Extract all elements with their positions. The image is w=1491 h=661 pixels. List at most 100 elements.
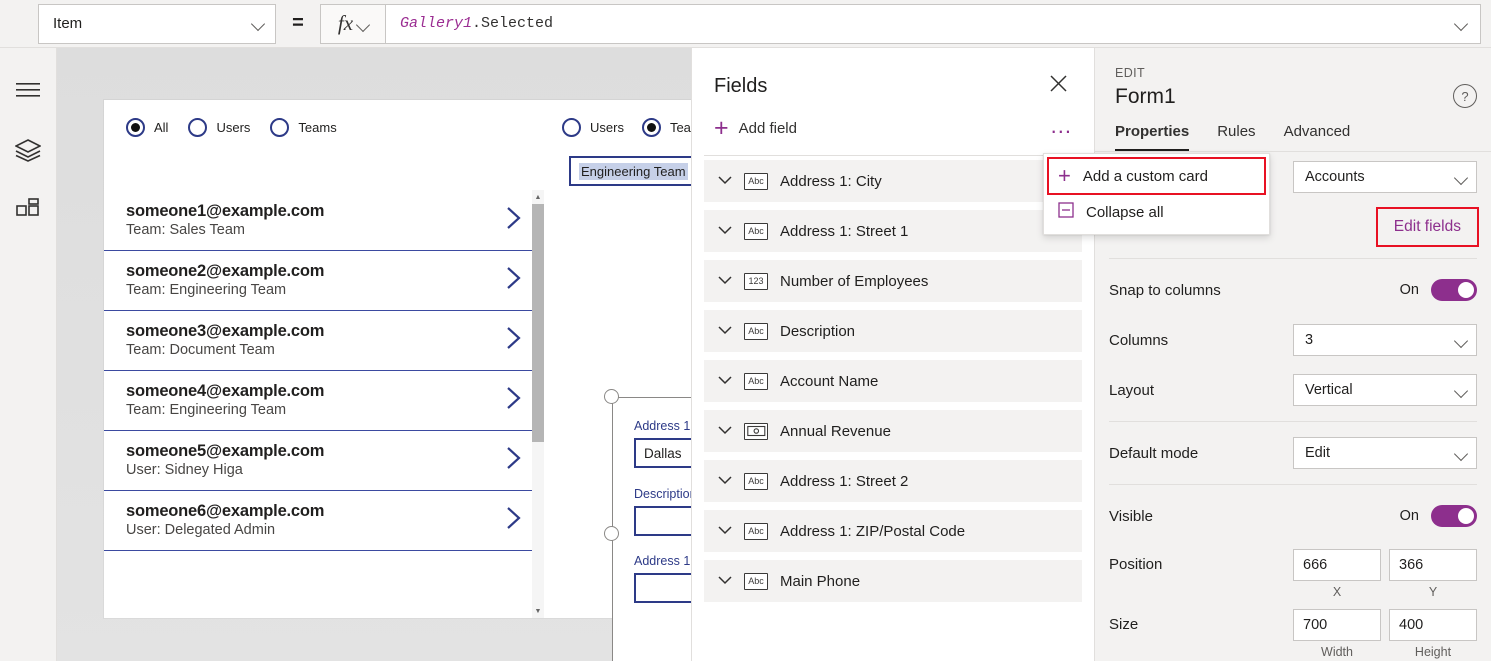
row-columns: Columns 3 bbox=[1109, 315, 1477, 365]
chevron-down-icon[interactable] bbox=[718, 222, 732, 240]
radio-all[interactable]: All bbox=[126, 118, 168, 137]
size-height-cell: 400 Height bbox=[1389, 609, 1477, 659]
tab-properties[interactable]: Properties bbox=[1115, 123, 1189, 151]
field-row[interactable]: Annual Revenue bbox=[704, 410, 1082, 452]
hamburger-menu-icon[interactable] bbox=[6, 68, 50, 112]
gallery-item[interactable]: someone6@example.com User: Delegated Adm… bbox=[104, 490, 540, 550]
chevron-down-icon[interactable] bbox=[718, 472, 732, 490]
menu-item-add-custom-card[interactable]: + Add a custom card bbox=[1048, 158, 1265, 194]
scroll-down-icon[interactable]: ▼ bbox=[532, 604, 544, 618]
field-row[interactable]: Abc Address 1: Street 1 bbox=[704, 210, 1082, 252]
gallery-scrollbar[interactable]: ▲ ▼ bbox=[532, 190, 544, 618]
properties-section-label: EDIT bbox=[1115, 66, 1471, 80]
close-icon[interactable] bbox=[1045, 70, 1072, 102]
formula-input[interactable]: Gallery1.Selected bbox=[386, 4, 1481, 44]
field-row[interactable]: Abc Description bbox=[704, 310, 1082, 352]
field-row[interactable]: Abc Main Phone bbox=[704, 560, 1082, 602]
properties-panel: EDIT Form1 ? Properties Rules Advanced A… bbox=[1095, 48, 1491, 661]
control-name: Form1 bbox=[1115, 85, 1471, 109]
chevron-down-icon[interactable] bbox=[718, 372, 732, 390]
formula-expand-icon[interactable] bbox=[1455, 17, 1468, 30]
chevron-right-icon[interactable] bbox=[504, 205, 524, 236]
chevron-down-icon[interactable] bbox=[718, 422, 732, 440]
position-x-input[interactable]: 666 bbox=[1293, 549, 1381, 581]
radio-label: Teams bbox=[670, 120, 691, 135]
gallery-scrollbar-thumb[interactable] bbox=[532, 204, 544, 442]
help-icon[interactable]: ? bbox=[1453, 84, 1477, 108]
detail-radio-users[interactable]: Users bbox=[562, 118, 624, 137]
gallery-item[interactable]: someone1@example.com Team: Sales Team bbox=[104, 190, 540, 250]
gallery-item[interactable]: someone5@example.com User: Sidney Higa bbox=[104, 430, 540, 490]
row-size: Size 700 Width 400 Height bbox=[1109, 601, 1477, 661]
tab-advanced[interactable]: Advanced bbox=[1284, 123, 1351, 151]
form-field-input[interactable] bbox=[634, 573, 691, 603]
chevron-down-icon[interactable] bbox=[718, 522, 732, 540]
property-selector-label: Item bbox=[53, 15, 252, 32]
radio-label: Teams bbox=[298, 120, 336, 135]
more-options-icon[interactable]: ... bbox=[1051, 120, 1072, 138]
team-value: Engineering Team bbox=[579, 163, 688, 180]
gallery-control[interactable]: someone1@example.com Team: Sales Team so… bbox=[104, 190, 540, 618]
tab-rules[interactable]: Rules bbox=[1217, 123, 1255, 151]
chevron-down-icon[interactable] bbox=[718, 322, 732, 340]
visible-toggle[interactable] bbox=[1431, 505, 1477, 527]
chevron-right-icon[interactable] bbox=[504, 445, 524, 476]
row-layout: Layout Vertical bbox=[1109, 365, 1477, 415]
field-row[interactable]: Abc Account Name bbox=[704, 360, 1082, 402]
size-height-input[interactable]: 400 bbox=[1389, 609, 1477, 641]
fields-panel-header: Fields bbox=[692, 48, 1094, 102]
position-y-input[interactable]: 366 bbox=[1389, 549, 1477, 581]
add-field-button[interactable]: + Add field bbox=[714, 116, 1051, 141]
gallery-item[interactable]: someone4@example.com Team: Engineering T… bbox=[104, 370, 540, 430]
properties-panel-header: EDIT Form1 ? bbox=[1095, 48, 1491, 109]
scroll-up-icon[interactable]: ▲ bbox=[532, 190, 544, 204]
snap-to-columns-toggle-wrap: On bbox=[1400, 279, 1477, 301]
chevron-down-icon[interactable] bbox=[718, 572, 732, 590]
field-row[interactable]: Abc Address 1: Street 2 bbox=[704, 460, 1082, 502]
chevron-right-icon[interactable] bbox=[504, 265, 524, 296]
edit-fields-link[interactable]: Edit fields bbox=[1394, 218, 1461, 235]
data-source-select[interactable]: Accounts bbox=[1293, 161, 1477, 193]
field-row[interactable]: Abc Address 1: ZIP/Postal Code bbox=[704, 510, 1082, 552]
field-row-label: Account Name bbox=[780, 373, 878, 390]
field-row[interactable]: Abc Address 1: City bbox=[704, 160, 1082, 202]
menu-item-collapse-all[interactable]: Collapse all bbox=[1044, 194, 1269, 230]
field-row-label: Main Phone bbox=[780, 573, 860, 590]
size-width-input[interactable]: 700 bbox=[1293, 609, 1381, 641]
resize-handle-top-left[interactable] bbox=[604, 389, 619, 404]
gallery-item[interactable]: someone2@example.com Team: Engineering T… bbox=[104, 250, 540, 310]
layout-label: Layout bbox=[1109, 382, 1293, 399]
snap-to-columns-toggle[interactable] bbox=[1431, 279, 1477, 301]
radio-users[interactable]: Users bbox=[188, 118, 250, 137]
form-field-input[interactable] bbox=[634, 506, 691, 536]
detail-radio-teams[interactable]: Teams bbox=[642, 118, 691, 137]
radio-icon bbox=[270, 118, 289, 137]
chevron-right-icon[interactable] bbox=[504, 505, 524, 536]
default-mode-select[interactable]: Edit bbox=[1293, 437, 1477, 469]
gallery-bottom-divider bbox=[104, 550, 540, 551]
gallery-item-subtitle: User: Sidney Higa bbox=[126, 461, 504, 480]
fields-panel-actions: + Add field ... bbox=[692, 102, 1094, 141]
radio-icon bbox=[642, 118, 661, 137]
layout-select[interactable]: Vertical bbox=[1293, 374, 1477, 406]
property-selector[interactable]: Item bbox=[38, 4, 276, 44]
chevron-right-icon[interactable] bbox=[504, 325, 524, 356]
team-value-box[interactable]: Engineering Team bbox=[569, 156, 691, 186]
insert-icon[interactable] bbox=[6, 188, 50, 232]
columns-select[interactable]: 3 bbox=[1293, 324, 1477, 356]
default-mode-label: Default mode bbox=[1109, 445, 1293, 462]
tree-view-icon[interactable] bbox=[6, 128, 50, 172]
chevron-down-icon[interactable] bbox=[718, 272, 732, 290]
chevron-down-icon bbox=[1455, 447, 1468, 460]
form-control[interactable]: Address 1: City Dallas Description Addre… bbox=[612, 397, 691, 661]
resize-handle-middle-left[interactable] bbox=[604, 526, 619, 541]
formula-rest: .Selected bbox=[472, 15, 553, 32]
field-row[interactable]: 123 Number of Employees bbox=[704, 260, 1082, 302]
radio-teams[interactable]: Teams bbox=[270, 118, 336, 137]
chevron-down-icon[interactable] bbox=[718, 172, 732, 190]
gallery-item[interactable]: someone3@example.com Team: Document Team bbox=[104, 310, 540, 370]
chevron-down-icon bbox=[1455, 384, 1468, 397]
chevron-right-icon[interactable] bbox=[504, 385, 524, 416]
form-field-input[interactable]: Dallas bbox=[634, 438, 691, 468]
fx-button[interactable]: fx bbox=[320, 4, 386, 44]
